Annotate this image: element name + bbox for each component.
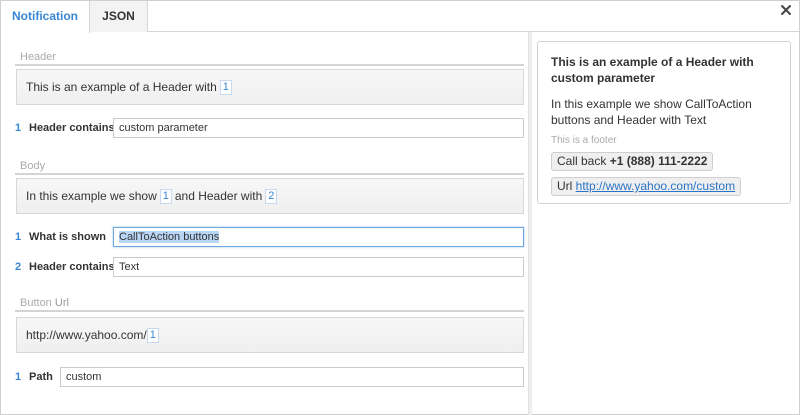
call-back-number: +1 (888) 111-2222 bbox=[609, 154, 708, 168]
param-label: Header contains bbox=[29, 261, 115, 273]
tab-bar: Notification JSON bbox=[1, 1, 799, 33]
header-placeholder-1: 1 bbox=[219, 79, 232, 95]
header-template-box: This is an example of a Header with 1 bbox=[16, 69, 524, 105]
body-header-contains-input[interactable] bbox=[113, 257, 524, 277]
button-url-title-prefix: Button bbox=[20, 297, 52, 309]
template-editor-panel: Header This is an example of a Header wi… bbox=[15, 32, 527, 415]
header-section-divider bbox=[15, 64, 524, 66]
url-button-label: Url bbox=[557, 179, 573, 193]
button-url-placeholder-1: 1 bbox=[146, 327, 159, 343]
param-index: 2 bbox=[15, 261, 22, 273]
button-url-title-suffix: Url bbox=[54, 297, 69, 309]
button-url-section-divider bbox=[15, 310, 524, 312]
body-placeholder-1: 1 bbox=[159, 188, 172, 204]
panel-splitter[interactable] bbox=[528, 32, 532, 415]
notification-editor-window: Notification JSON Header This is an exam… bbox=[0, 0, 800, 415]
button-url-template-text: http://www.yahoo.com/ bbox=[26, 328, 147, 342]
body-placeholder-2: 2 bbox=[265, 188, 278, 204]
call-back-button[interactable]: Call back +1 (888) 111-2222 bbox=[551, 152, 714, 171]
header-contains-input[interactable] bbox=[113, 118, 524, 138]
body-template-box: In this example we show 1 and Header wit… bbox=[16, 178, 524, 214]
header-template-text: This is an example of a Header with bbox=[26, 80, 217, 94]
body-param-row-1: 1 What is shown bbox=[15, 227, 106, 247]
body-template-text-1: In this example we show bbox=[26, 189, 157, 203]
path-input[interactable] bbox=[60, 367, 524, 387]
url-button[interactable]: Url http://www.yahoo.com/custom bbox=[551, 177, 742, 196]
body-section-title: Body bbox=[20, 160, 46, 172]
param-label: Path bbox=[29, 371, 53, 383]
body-section-divider bbox=[15, 173, 524, 175]
button-url-param-row-1: 1 Path bbox=[15, 367, 53, 387]
param-index: 1 bbox=[15, 122, 22, 134]
body-param-row-2: 2 Header contains bbox=[15, 257, 115, 277]
param-index: 1 bbox=[15, 371, 22, 383]
tab-notification[interactable]: Notification bbox=[1, 1, 90, 33]
url-button-link[interactable]: http://www.yahoo.com/custom bbox=[576, 179, 735, 193]
preview-footer: This is a footer bbox=[551, 135, 617, 146]
button-url-template-box: http://www.yahoo.com/ 1 bbox=[16, 317, 524, 353]
button-url-section-title: Button Url bbox=[20, 297, 69, 309]
what-is-shown-input[interactable] bbox=[113, 227, 524, 247]
preview-body: In this example we show CallToAction but… bbox=[551, 97, 752, 127]
param-label: What is shown bbox=[29, 231, 106, 243]
param-index: 1 bbox=[15, 231, 22, 243]
call-back-label: Call back bbox=[557, 154, 607, 168]
param-label: Header contains bbox=[29, 122, 115, 134]
header-section-title: Header bbox=[20, 51, 57, 63]
notification-preview: This is an example of a Header with cust… bbox=[537, 41, 791, 204]
preview-header: This is an example of a Header with cust… bbox=[551, 55, 754, 85]
header-param-row-1: 1 Header contains bbox=[15, 118, 115, 138]
close-icon[interactable] bbox=[779, 3, 793, 17]
tab-json[interactable]: JSON bbox=[90, 1, 148, 32]
body-template-text-2: and Header with bbox=[174, 189, 263, 203]
